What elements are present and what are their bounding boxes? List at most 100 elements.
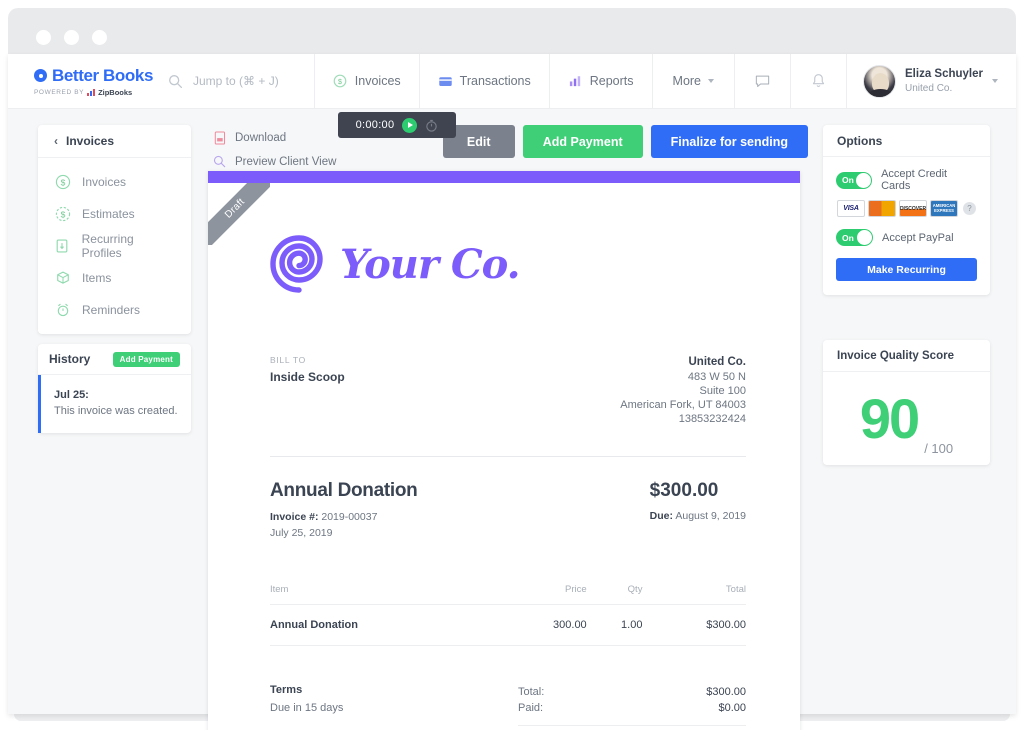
finalize-for-sending-button[interactable]: Finalize for sending (650, 125, 808, 158)
paid-row: Paid: $0.00 (518, 700, 746, 716)
sidebar-header[interactable]: ‹ Invoices (38, 125, 191, 158)
make-recurring-button[interactable]: Make Recurring (836, 258, 977, 281)
bill-to-label: BILL TO (270, 355, 306, 365)
sidebar-label-invoices: Invoices (82, 175, 127, 189)
nav-item-transactions[interactable]: Transactions (418, 53, 549, 109)
total-value: $300.00 (706, 685, 746, 698)
window-controls (36, 30, 107, 45)
help-icon[interactable]: ? (963, 202, 976, 215)
cell-price: 300.00 (499, 604, 587, 646)
cell-item: Annual Donation (270, 604, 500, 646)
nav-item-notifications[interactable] (790, 53, 846, 109)
nav-item-chat[interactable] (734, 53, 790, 109)
window-minimize-dot[interactable] (64, 30, 79, 45)
accept-paypal-toggle[interactable]: On (836, 229, 873, 246)
invoice-toolbar: Download Preview Client View Edit Add Pa… (208, 125, 808, 169)
window-body: Better Books POWERED BY ZipBooks Jump to… (8, 53, 1016, 730)
zipbooks-bars-icon (87, 88, 96, 96)
total-row: Total: $300.00 (518, 684, 746, 700)
window-titlebar (8, 8, 1016, 54)
back-chevron-icon[interactable]: ‹ (54, 135, 58, 147)
download-link[interactable]: Download (212, 128, 336, 147)
svg-text:$: $ (60, 177, 65, 187)
table-row: Annual Donation 300.00 1.00 $300.00 (270, 604, 746, 646)
invoice-quality-score-panel: Invoice Quality Score 90 / 100 (823, 340, 990, 465)
play-icon[interactable] (402, 117, 418, 133)
user-menu[interactable]: Eliza Schuyler United Co. (846, 53, 1016, 109)
terms-label: Terms (270, 683, 303, 696)
terms-text: Due in 15 days (270, 701, 344, 714)
invoice-number: 2019-00037 (321, 511, 378, 524)
stopwatch-icon[interactable] (425, 119, 438, 132)
nav-label-transactions: Transactions (459, 74, 531, 88)
invoice-summary-right: $300.00 Due: August 9, 2019 (650, 480, 746, 522)
timer-value: 0:00:00 (355, 119, 395, 131)
card-brand-list: VISA DISCOVER AMERICAN EXPRESS ? (837, 200, 977, 217)
user-company: United Co. (905, 82, 953, 94)
primary-nav: $ Invoices Transactions Reports More Eli… (313, 53, 1016, 109)
invoice-footer: Terms Due in 15 days Total: $300.00 Paid… (270, 684, 746, 730)
paypal-toggle-state: On (842, 232, 854, 243)
zipbooks-brand: ZipBooks (98, 87, 133, 97)
cell-qty: 1.00 (586, 604, 643, 646)
accept-credit-cards-row[interactable]: On Accept Credit Cards (836, 168, 977, 192)
sidebar-item-estimates[interactable]: $ Estimates (38, 198, 191, 230)
add-payment-badge-button[interactable]: Add Payment (112, 351, 180, 367)
dollar-circle-icon: $ (54, 174, 71, 191)
time-tracker-widget[interactable]: 0:00:00 (338, 112, 456, 138)
bell-icon (811, 74, 826, 89)
history-entry-date: Jul 25: (54, 389, 89, 401)
sidebar-item-recurring-profiles[interactable]: Recurring Profiles (38, 230, 191, 262)
nav-item-reports[interactable]: Reports (548, 53, 652, 109)
amex-icon: AMERICAN EXPRESS (930, 200, 958, 217)
options-panel: Options On Accept Credit Cards VISA DISC… (823, 125, 990, 295)
col-price: Price (499, 583, 587, 605)
box-icon (54, 270, 71, 287)
credit-cards-toggle-state: On (842, 175, 854, 185)
invoice-parties: BILL TO Inside Scoop United Co. 483 W 50… (270, 355, 746, 426)
from-address-line1: 483 W 50 N (687, 370, 746, 383)
toggle-knob (857, 230, 872, 245)
app-root: Better Books POWERED BY ZipBooks Jump to… (0, 0, 1024, 730)
invoice-circle-icon: $ (333, 74, 348, 89)
col-item: Item (270, 583, 500, 605)
toggle-knob (856, 172, 872, 188)
invoice-accent-bar-top (208, 171, 800, 183)
history-panel: History Add Payment Jul 25: This invoice… (38, 344, 191, 433)
reports-chart-icon (568, 74, 583, 89)
sidebar-label-items: Items (82, 271, 112, 285)
search-jump-to[interactable]: Jump to (⌘ + J) (168, 74, 279, 89)
sidebar-item-invoices[interactable]: $ Invoices (38, 166, 191, 198)
sidebar-item-reminders[interactable]: Reminders (38, 294, 191, 326)
accept-credit-cards-toggle[interactable]: On (836, 171, 873, 189)
invoice-number-label: Invoice #: (270, 511, 319, 524)
search-input[interactable]: Jump to (⌘ + J) (193, 74, 279, 88)
accept-paypal-label: Accept PayPal (882, 231, 954, 244)
recurring-doc-icon (54, 238, 71, 255)
due-label: Due: (649, 510, 674, 523)
sidebar-item-items[interactable]: Items (38, 262, 191, 294)
nav-label-more: More (672, 74, 702, 88)
from-address-line2: Suite 100 (699, 384, 746, 397)
toolbar-buttons: Edit Add Payment Finalize for sending (442, 125, 808, 158)
sidebar-label-reminders: Reminders (82, 303, 141, 317)
nav-item-more[interactable]: More (651, 53, 734, 109)
nav-label-invoices: Invoices (354, 74, 401, 88)
preview-client-view-link[interactable]: Preview Client View (212, 152, 336, 171)
invoice-summary-left: Annual Donation Invoice #: 2019-00037 Ju… (270, 480, 418, 542)
preview-search-icon (212, 154, 227, 169)
history-title: History (49, 352, 91, 366)
brand-logo[interactable]: Better Books POWERED BY ZipBooks (8, 66, 158, 97)
bill-to-block: BILL TO Inside Scoop (270, 355, 345, 426)
spiral-logo-icon (270, 235, 328, 293)
nav-item-invoices[interactable]: $ Invoices (313, 53, 419, 109)
chevron-down-icon (708, 79, 715, 83)
accept-paypal-row[interactable]: On Accept PayPal (836, 229, 977, 246)
paid-label: Paid: (518, 701, 544, 714)
invoice-company-name: Your Co. (340, 240, 521, 288)
alarm-clock-icon (54, 302, 71, 319)
add-payment-button[interactable]: Add Payment (522, 125, 643, 158)
window-close-dot[interactable] (36, 30, 51, 45)
window-maximize-dot[interactable] (92, 30, 107, 45)
invoice-total-amount: $300.00 (649, 480, 719, 502)
